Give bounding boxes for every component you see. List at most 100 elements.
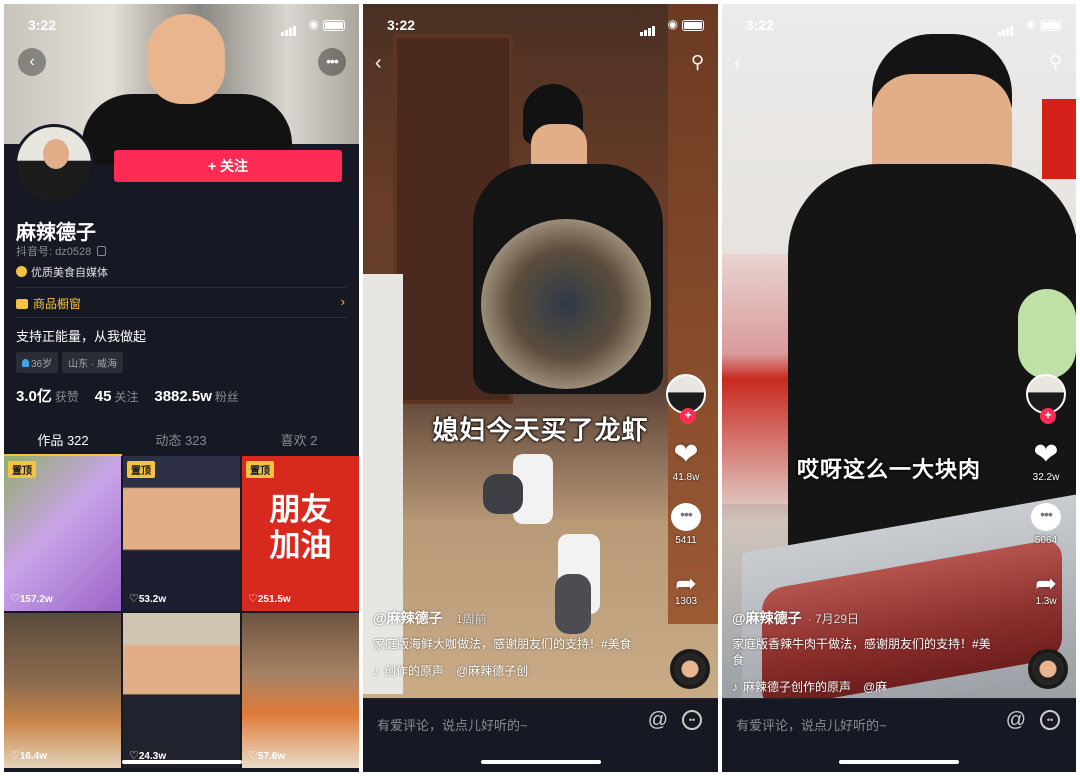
video-thumb[interactable]: 置顶 朋友加油 251.5w xyxy=(242,456,359,611)
heart-icon[interactable]: ❤ xyxy=(1024,438,1068,472)
shop-window-link[interactable]: 商品橱窗 › xyxy=(16,294,347,312)
search-icon[interactable]: ⚲ xyxy=(1049,52,1062,73)
profile-stats: 3.0亿 获赞 45 关注 3882.5w 粉丝 xyxy=(16,385,251,406)
comment-input[interactable]: 有爱评论，说点儿好听的~ xyxy=(736,715,887,734)
comment-icon[interactable]: ••• xyxy=(1031,503,1061,531)
avatar[interactable] xyxy=(14,124,94,204)
mention-icon[interactable]: @ xyxy=(648,709,668,732)
thumb-likes: 57.6w xyxy=(248,749,285,762)
comment-input[interactable]: 有爱评论，说点儿好听的~ xyxy=(377,715,528,734)
age-chip: 36岁 xyxy=(16,352,59,373)
douyin-id-text: 抖音号: dz0528 xyxy=(16,246,92,258)
following-count[interactable]: 45 xyxy=(95,388,112,405)
tab-activity[interactable]: 动态 323 xyxy=(122,430,240,449)
music-text: 创作的原声 @麻辣德子创 xyxy=(384,664,529,678)
battery-icon xyxy=(323,20,345,31)
back-icon[interactable]: ‹ xyxy=(375,52,382,75)
location-chip: 山东 · 威海 xyxy=(62,352,124,373)
music-info[interactable]: ♪ 创作的原声 @麻辣德子创 xyxy=(373,662,642,679)
action-rail: + ❤ 32.2w ••• 5064 ➦ 1.3w xyxy=(1024,374,1068,627)
video-meta: @麻辣德子 · 1周前 家庭版海鲜大咖做法，感谢朋友们的支持！#美食 ♪ 创作的原声… xyxy=(373,608,642,679)
video-thumb[interactable]: 16.4w xyxy=(4,613,121,768)
age-text: 36岁 xyxy=(31,359,53,370)
creator-avatar[interactable]: + xyxy=(666,374,706,424)
more-icon[interactable]: ••• xyxy=(318,48,346,76)
wifi-icon: ◉ xyxy=(308,17,319,31)
signal-icon xyxy=(281,20,297,36)
video-meta: @麻辣德子 · 7月29日 家庭版香辣牛肉干做法，感谢朋友们的支持！#美食 ♪ 麻辣… xyxy=(732,608,1000,695)
music-disc[interactable] xyxy=(670,649,710,689)
home-indicator xyxy=(121,760,242,764)
follow-plus-icon[interactable]: + xyxy=(1040,408,1056,424)
author-name[interactable]: @麻辣德子 xyxy=(732,610,802,626)
share-count: 1.3w xyxy=(1035,596,1057,607)
seafood-platter xyxy=(481,219,651,389)
shop-label: 商品橱窗 xyxy=(33,297,82,311)
video-thumb[interactable]: 置顶 157.2w xyxy=(4,456,121,611)
music-text: 麻辣德子创作的原声 @麻 xyxy=(743,680,888,694)
slipper xyxy=(483,474,523,514)
status-time: 3:22 xyxy=(746,17,775,33)
like-count: 32.2w xyxy=(1032,472,1060,483)
status-time: 3:22 xyxy=(387,17,416,33)
back-icon[interactable]: ‹ xyxy=(734,52,741,75)
home-indicator xyxy=(480,760,601,764)
video-thumb[interactable]: 24.3w xyxy=(123,613,240,768)
music-note-icon: ♪ xyxy=(373,664,379,678)
battery-icon xyxy=(682,20,704,31)
comment-count: 5411 xyxy=(675,535,697,546)
divider xyxy=(16,287,347,288)
tab-likes[interactable]: 喜欢 2 xyxy=(240,430,358,449)
followers-count[interactable]: 3882.5w xyxy=(154,388,212,405)
tab-works[interactable]: 作品 322 xyxy=(4,430,122,449)
pinned-tag: 置顶 xyxy=(8,461,36,478)
thumb-likes: 157.2w xyxy=(10,592,53,605)
emoji-icon[interactable]: •• xyxy=(682,710,702,730)
emoji-icon[interactable]: •• xyxy=(1040,710,1060,730)
back-icon[interactable]: ‹ xyxy=(18,48,46,76)
video-thumb[interactable]: 置顶 53.2w xyxy=(123,456,240,611)
profile-screen: 3:22 ◉ ‹ ••• + 关注 麻辣德子 抖音号: dz0528 优质美食自… xyxy=(4,4,359,772)
like-count: 41.8w xyxy=(672,472,700,483)
video-caption: 哎呀这么一大块肉 xyxy=(796,457,981,482)
signal-icon xyxy=(998,20,1014,36)
thumb-likes: 53.2w xyxy=(129,592,166,605)
creator-avatar[interactable]: + xyxy=(1026,374,1066,424)
comment-icon[interactable]: ••• xyxy=(671,503,701,531)
video-frame[interactable] xyxy=(722,4,1076,698)
gender-icon xyxy=(22,359,29,367)
mention-icon[interactable]: @ xyxy=(1006,709,1026,732)
video-thumb[interactable]: 57.6w xyxy=(242,613,359,768)
towel xyxy=(1018,289,1076,379)
following-label[interactable]: 关注 xyxy=(114,390,138,404)
share-icon[interactable]: ➦ xyxy=(1024,566,1068,598)
profile-tabs: 作品 322 动态 323 喜欢 2 xyxy=(4,424,359,456)
follow-button[interactable]: + 关注 xyxy=(114,150,342,182)
cart-icon xyxy=(16,299,28,309)
video-screen-1: 3:22 ◉ ‹ ⚲ 媳妇今天买了龙虾 + ❤ 41.8w ••• 5411 ➦… xyxy=(363,4,718,772)
music-disc[interactable] xyxy=(1028,649,1068,689)
post-date: · 1周前 xyxy=(448,612,487,626)
video-description: 家庭版香辣牛肉干做法，感谢朋友们的支持！#美食 xyxy=(732,637,991,667)
battery-icon xyxy=(1040,20,1062,31)
copy-icon[interactable] xyxy=(97,246,107,256)
search-icon[interactable]: ⚲ xyxy=(691,52,704,73)
status-bar: 3:22 ◉ xyxy=(722,4,1076,36)
author-name[interactable]: @麻辣德子 xyxy=(373,610,443,626)
status-time: 3:22 xyxy=(28,17,57,33)
chevron-right-icon: › xyxy=(340,294,345,309)
badge-icon xyxy=(16,266,27,277)
thumb-likes: 16.4w xyxy=(10,749,47,762)
pinned-tag: 置顶 xyxy=(127,461,155,478)
thumb-likes: 251.5w xyxy=(248,592,291,605)
music-info[interactable]: ♪ 麻辣德子创作的原声 @麻 xyxy=(732,678,1000,695)
badge-text: 优质美食自媒体 xyxy=(31,267,108,279)
followers-label[interactable]: 粉丝 xyxy=(215,390,239,404)
share-icon[interactable]: ➦ xyxy=(664,566,708,598)
follow-plus-icon[interactable]: + xyxy=(680,408,696,424)
profile-chips: 36岁 山东 · 威海 xyxy=(16,352,127,373)
pinned-tag: 置顶 xyxy=(246,461,274,478)
status-bar: 3:22 ◉ xyxy=(4,4,359,36)
heart-icon[interactable]: ❤ xyxy=(664,438,708,472)
verified-badge: 优质美食自媒体 xyxy=(16,264,108,280)
